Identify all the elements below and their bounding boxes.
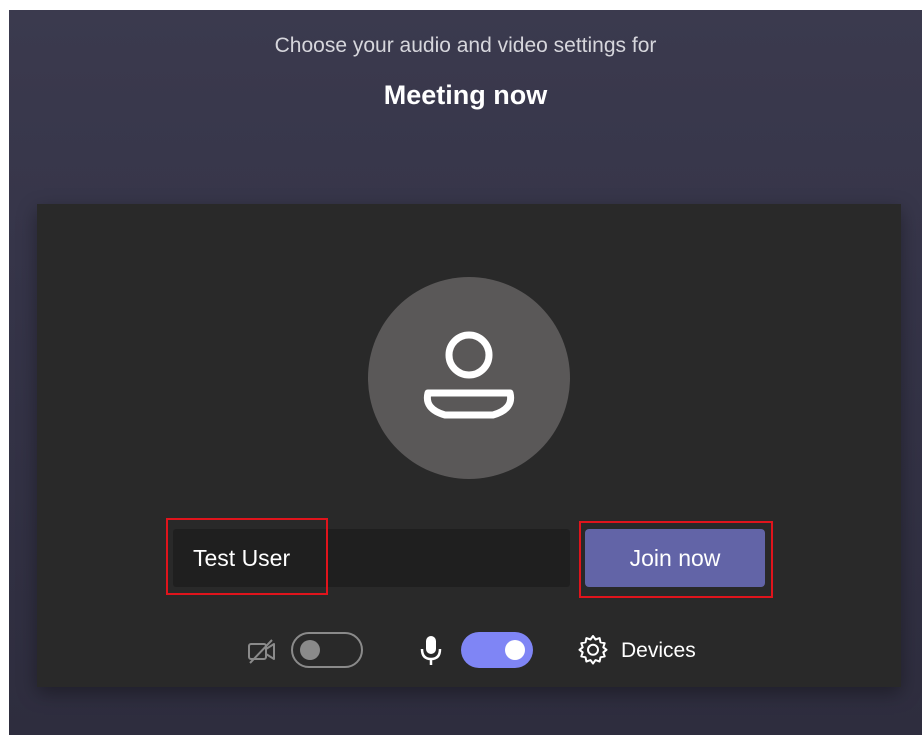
preview-card: Join now	[37, 204, 901, 687]
devices-button[interactable]: Devices	[577, 634, 696, 668]
meeting-title: Meeting now	[383, 80, 548, 110]
name-input[interactable]	[173, 529, 570, 587]
camera-toggle[interactable]	[291, 632, 363, 668]
microphone-toggle[interactable]	[461, 632, 533, 668]
microphone-icon[interactable]	[419, 634, 443, 673]
microphone-toggle-knob	[505, 640, 525, 660]
person-icon	[423, 331, 515, 419]
gear-icon	[577, 633, 609, 670]
device-controls: Devices	[37, 624, 901, 676]
avatar	[368, 277, 570, 479]
devices-label: Devices	[621, 639, 696, 662]
settings-subtitle: Choose your audio and video settings for	[274, 34, 657, 57]
prejoin-screen: Choose your audio and video settings for…	[9, 10, 922, 735]
join-now-button[interactable]: Join now	[585, 529, 765, 587]
camera-off-icon[interactable]	[247, 638, 277, 669]
camera-toggle-knob	[300, 640, 320, 660]
